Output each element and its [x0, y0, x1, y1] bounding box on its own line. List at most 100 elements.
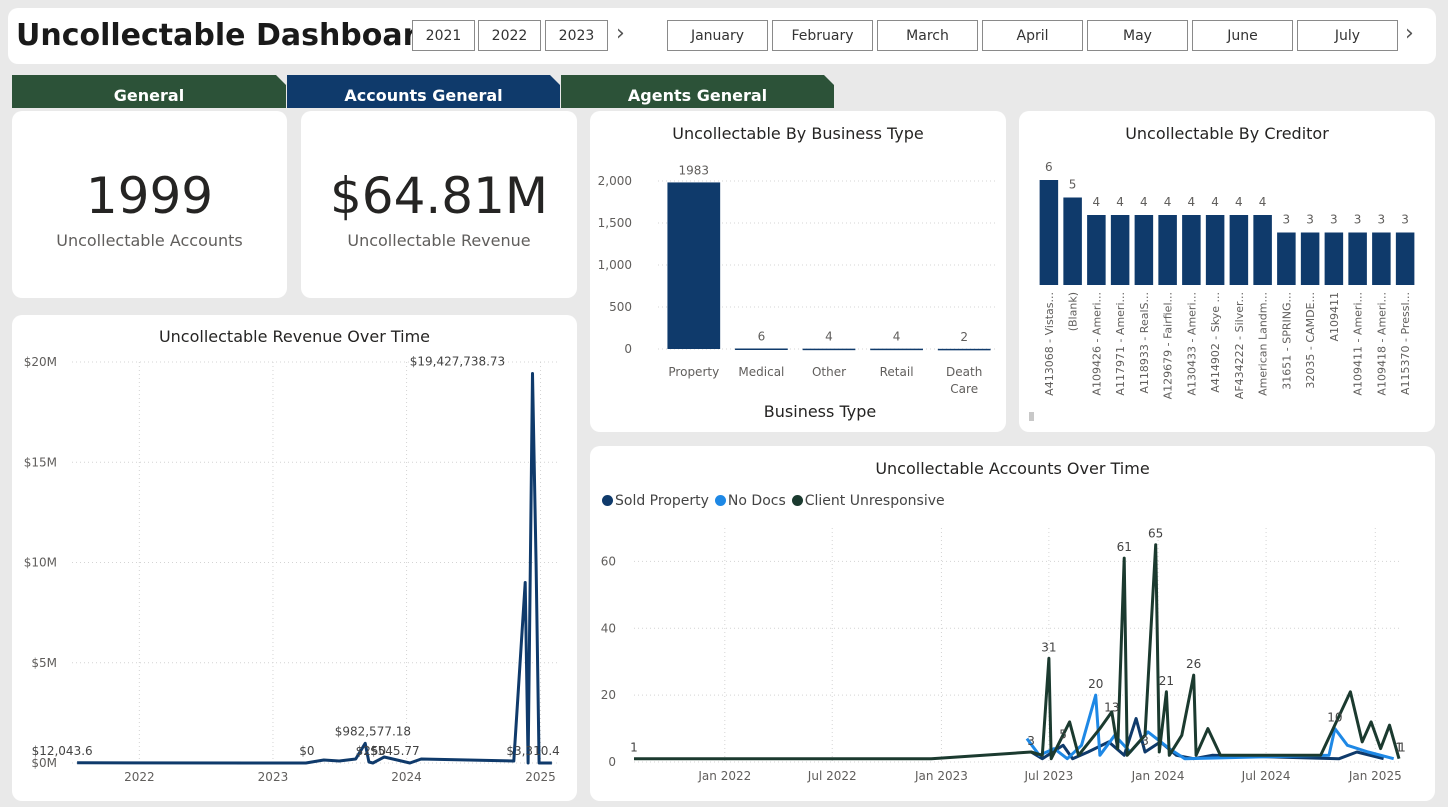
kpi-accounts-label: Uncollectable Accounts [56, 231, 243, 250]
data-label: 3 [1378, 213, 1386, 227]
x-tick-label: 2024 [391, 770, 422, 784]
year-button-2023[interactable]: 2023 [545, 20, 608, 51]
x-tick-label: Care [950, 382, 978, 396]
creditor-chart: 6 A413068 - Vistas... 5 (Blank) 4 A109426 - A… [1039, 160, 1415, 399]
header-bar: Uncollectable Dashboard 2021 2022 2023 ›… [8, 8, 1436, 64]
y-tick-label: 20 [601, 688, 616, 702]
data-label: 4 [1259, 195, 1267, 209]
series-line [77, 372, 552, 765]
data-label: 10 [1327, 711, 1342, 725]
month-button-january[interactable]: January [667, 20, 768, 51]
month-next-chevron-right-icon[interactable]: › [1405, 23, 1414, 45]
data-label: 20 [1088, 677, 1103, 691]
page-title: Uncollectable Dashboard [16, 18, 439, 53]
data-label: 2 [960, 330, 968, 344]
kpi-accounts-value: 1999 [85, 167, 214, 225]
accounts-time-chart: 0 20 40 60 Jan 2022 Jul 2022 Jan 2023 Jul 2023 J… [601, 527, 1406, 783]
x-axis-title: Business Type [764, 402, 876, 421]
bar [1110, 215, 1130, 285]
bar [1063, 197, 1082, 285]
x-tick-label: Jan 2025 [1348, 769, 1402, 783]
y-tick-label: $5M [31, 656, 57, 670]
tab-accounts-general[interactable]: Accounts General [287, 75, 560, 108]
data-label: 5 [1059, 727, 1067, 741]
data-label: 61 [1117, 540, 1132, 554]
y-tick-label: 2,000 [598, 174, 632, 188]
data-label: 4 [1164, 195, 1172, 209]
data-label: 13 [1104, 701, 1119, 715]
bar [870, 348, 923, 351]
year-button-2021[interactable]: 2021 [412, 20, 475, 51]
bar [1182, 215, 1201, 285]
month-button-july[interactable]: July [1297, 20, 1398, 51]
month-button-june[interactable]: June [1192, 20, 1293, 51]
y-tick-label: 0 [608, 755, 616, 769]
data-label: 4 [1235, 195, 1243, 209]
x-tick-label: Medical [738, 365, 784, 379]
bar [1277, 232, 1296, 285]
x-tick-label: A118933 - RealS... [1138, 292, 1151, 394]
data-label: 4 [893, 330, 901, 344]
data-label: $0 [299, 744, 314, 758]
x-tick-label: 2025 [525, 770, 556, 784]
tab-general[interactable]: General [12, 75, 286, 108]
chart-card-business-type: Uncollectable By Business Type 0 500 1,000… [590, 111, 1006, 432]
x-tick-label: 2022 [124, 770, 155, 784]
data-label: 3 [1330, 213, 1338, 227]
data-label: 1 [630, 741, 638, 755]
chart-card-accounts-time: Uncollectable Accounts Over Time Sold Pr… [590, 446, 1435, 801]
data-label: 65 [1148, 527, 1163, 541]
data-label: 3 [1401, 213, 1409, 227]
data-label: 26 [1186, 657, 1201, 671]
x-tick-label: A115370 - Pressl... [1399, 292, 1412, 395]
data-label: 31 [1041, 640, 1056, 654]
month-button-february[interactable]: February [772, 20, 873, 51]
bar [1087, 215, 1106, 285]
revenue-time-chart: $0M $5M $10M $15M $20M 2022 2023 2024 2025 $12,04… [24, 354, 560, 784]
data-label: 1 [1398, 741, 1406, 755]
series-line [634, 543, 1401, 761]
bar [1039, 180, 1059, 285]
x-tick-label: A414902 - Skye ... [1209, 292, 1222, 393]
x-tick-label: Jan 2023 [914, 769, 968, 783]
year-next-chevron-right-icon[interactable]: › [616, 23, 625, 45]
month-button-march[interactable]: March [877, 20, 978, 51]
kpi-card-revenue: $64.81M Uncollectable Revenue [301, 111, 577, 298]
x-tick-label: A413068 - Vistas... [1043, 292, 1056, 396]
data-label: 6 [1045, 160, 1053, 174]
tab-agents-general[interactable]: Agents General [561, 75, 834, 108]
x-tick-label: A109411 - Ameri... [1352, 292, 1365, 396]
x-tick-label: Retail [880, 365, 914, 379]
data-label: 3 [1306, 213, 1314, 227]
y-tick-label: $15M [24, 455, 57, 469]
data-label: 4 [1140, 195, 1148, 209]
x-tick-label: A130433 - Ameri... [1185, 292, 1198, 396]
chart-card-revenue-time: Uncollectable Revenue Over Time $0M $5M $1… [12, 315, 577, 801]
month-button-april[interactable]: April [982, 20, 1083, 51]
data-label: 3 [1027, 734, 1035, 748]
year-button-2022[interactable]: 2022 [478, 20, 541, 51]
x-tick-label: Property [668, 365, 719, 379]
bar [1348, 232, 1367, 285]
data-label: $12,043.6 [32, 744, 93, 758]
kpi-card-accounts: 1999 Uncollectable Accounts [12, 111, 287, 298]
x-tick-label: A129679 - Fairfiel... [1162, 292, 1175, 399]
data-label: 4 [1116, 195, 1124, 209]
y-tick-label: 40 [601, 621, 616, 635]
data-label: 3 [1354, 213, 1362, 227]
month-button-may[interactable]: May [1087, 20, 1188, 51]
y-tick-label: 1,500 [598, 216, 632, 230]
x-tick-label: (Blank) [1067, 292, 1080, 331]
x-tick-label: Death [946, 365, 982, 379]
data-label: $982,577.18 [335, 724, 411, 738]
x-tick-label: Jul 2022 [807, 769, 857, 783]
creditor-horizontal-scrollbar[interactable] [1029, 412, 1034, 421]
y-tick-label: 1,000 [598, 258, 632, 272]
data-label: 3 [1141, 734, 1149, 748]
bar [667, 182, 721, 349]
x-tick-label: A109426 - Ameri... [1090, 292, 1103, 396]
bar [1158, 215, 1177, 285]
y-tick-label: $20M [24, 355, 57, 369]
data-label: $545.77 [370, 744, 420, 758]
data-label: 4 [1211, 195, 1219, 209]
